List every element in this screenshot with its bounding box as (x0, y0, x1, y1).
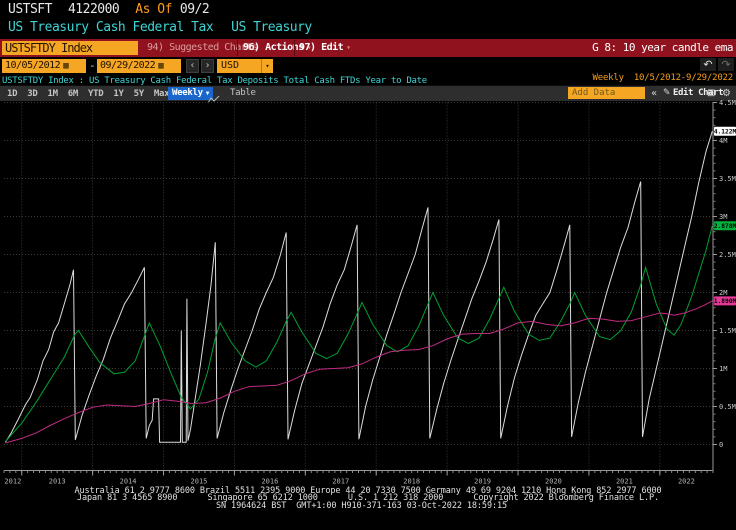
y-tick-label-2.5M: 2.5M (719, 251, 736, 259)
last-value-badge-ustsftdy-ytd: 4.122M (714, 127, 736, 136)
range-back-button[interactable]: ‹ (186, 59, 199, 73)
x-tick-label-2022: 2022 (678, 478, 695, 486)
bloomberg-terminal-window: USTSFT 4122000 As Of 09/2 US Treasury Cash … (0, 0, 736, 530)
x-tick-label-2019: 2019 (474, 478, 491, 486)
header-description-line: US Treasury Cash Federal Tax US Treasury (8, 20, 330, 35)
currency-value: USD (221, 60, 239, 71)
caret-down-icon: ▾ (346, 43, 350, 52)
issuer-name: US Treasury (231, 20, 312, 35)
range-readout: 10/5/2012-9/29/2022 (634, 73, 733, 83)
svg-text:2.878M: 2.878M (714, 223, 736, 230)
series-layer (5, 131, 712, 443)
y-tick-label-0.5M: 0.5M (719, 403, 736, 411)
calendar-icon: ▦ (158, 59, 163, 73)
x-tick-label-2016: 2016 (261, 478, 278, 486)
last-value-badge-ema-short: 2.878M (714, 221, 736, 230)
calendar-icon: ▦ (63, 59, 68, 73)
footer-session-line: SN 1964624 BST GMT+1:00 H910-371-163 03-… (216, 501, 507, 511)
x-tick-label-2014: 2014 (120, 478, 137, 486)
start-date-field[interactable]: 10/05/2012▦ (2, 59, 86, 73)
end-date-field[interactable]: 09/29/2022▦ (97, 59, 181, 73)
y-tick-label-1M: 1M (719, 365, 727, 373)
y-tick-label-3.5M: 3.5M (719, 175, 736, 183)
svg-text:4.122M: 4.122M (714, 129, 736, 136)
caret-down-icon: ▾ (261, 59, 273, 73)
edit-menu[interactable]: 97) Edit▾ (299, 40, 351, 56)
end-date-value: 09/29/2022 (100, 59, 155, 73)
period-readout: Weekly (593, 73, 624, 83)
header-quote-line: USTSFT 4122000 As Of 09/2 (8, 2, 225, 17)
last-value-badge-ema-long: 1.890M (714, 296, 736, 305)
instrument-name: US Treasury Cash Federal Tax (8, 20, 213, 35)
ticker-symbol: USTSFT (8, 2, 52, 17)
y-tick-label-1.5M: 1.5M (719, 327, 736, 335)
y-tick-label-3M: 3M (719, 213, 727, 221)
x-tick-label-2020: 2020 (545, 478, 562, 486)
date-range-separator: - (89, 59, 96, 72)
range-forward-button[interactable]: › (201, 59, 214, 73)
command-bar: USTSFTDY Index 94) Suggested Charts 96) … (0, 39, 736, 57)
y-tick-label-2M: 2M (719, 289, 727, 297)
x-tick-label-2015: 2015 (191, 478, 208, 486)
last-value: 4122000 (68, 2, 119, 17)
svg-text:1.890M: 1.890M (714, 298, 736, 305)
axes-layer: 2012 2013 2014 2015 2016 2017 2018 2019 2020 2021… (4, 99, 736, 486)
x-tick-label-2017: 2017 (332, 478, 349, 486)
series-line-ustsftdy-ytd (5, 131, 712, 442)
y-tick-label-4M: 4M (719, 137, 727, 145)
menu-divider (237, 40, 238, 56)
period-range-readout: Weekly 10/5/2012-9/29/2022 (583, 73, 733, 83)
as-of-date: 09/2 (180, 2, 209, 17)
security-input[interactable]: USTSFTDY Index (2, 41, 138, 55)
currency-select[interactable]: USD ▾ (217, 59, 273, 73)
suggested-charts-menu[interactable]: 94) Suggested Charts (147, 40, 257, 56)
y-tick-label-0: 0 (719, 441, 723, 449)
y-tick-label-4.5M: 4.5M (719, 99, 736, 107)
x-tick-label-2012: 2012 (4, 478, 21, 486)
menu-divider (294, 40, 295, 56)
undo-button[interactable]: ↶ (700, 58, 716, 71)
x-tick-label-2018: 2018 (403, 478, 420, 486)
x-tick-label-2021: 2021 (616, 478, 633, 486)
edit-menu-label: 97) Edit (299, 42, 343, 53)
chart-canvas[interactable]: 2012 2013 2014 2015 2016 2017 2018 2019 2020 2021… (0, 95, 736, 490)
redo-button[interactable]: ↷ (718, 58, 734, 71)
x-tick-label-2013: 2013 (49, 478, 66, 486)
chart-slot-label: G 8: 10 year candle ema (592, 40, 733, 56)
start-date-value: 10/05/2012 (5, 59, 60, 73)
as-of-label: As Of (135, 2, 172, 17)
